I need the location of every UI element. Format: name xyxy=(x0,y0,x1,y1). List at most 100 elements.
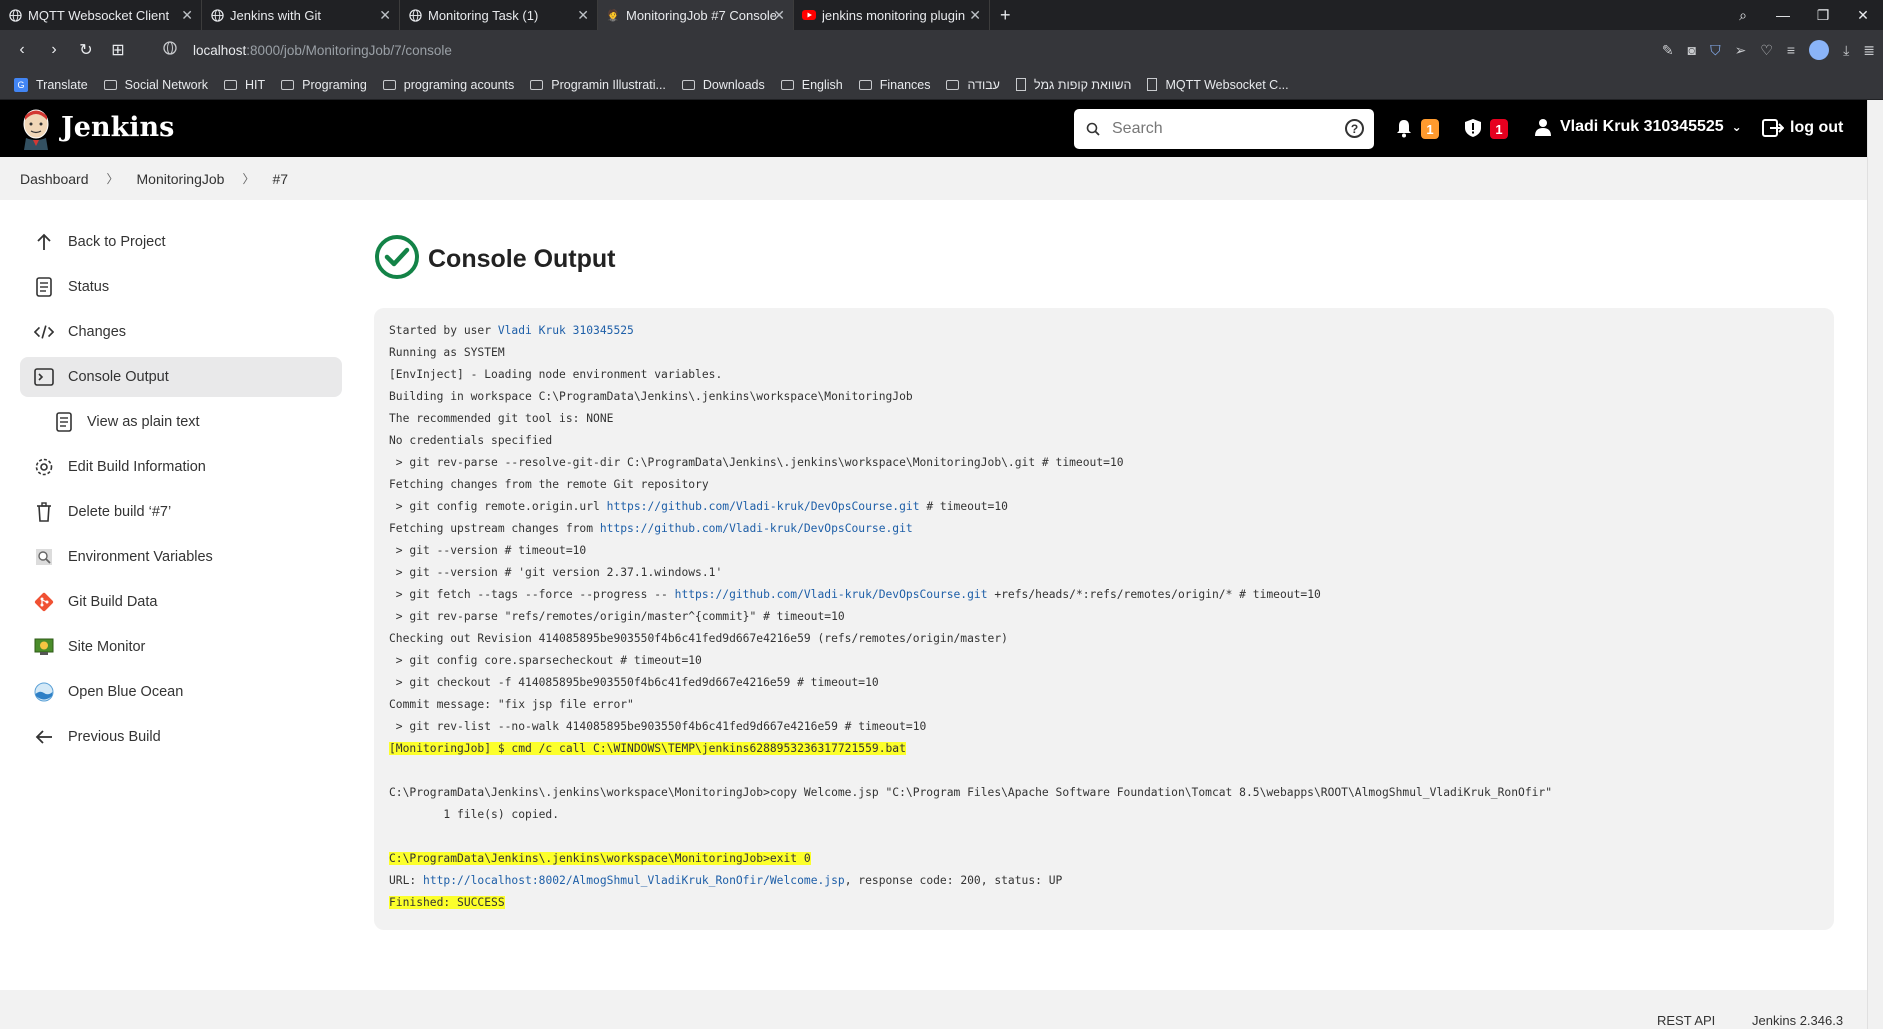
bookmark-page[interactable]: MQTT Websocket C... xyxy=(1147,78,1289,92)
console-line: > git config remote.origin.url https://g… xyxy=(389,496,1819,518)
sidebar-item-label: Console Output xyxy=(68,369,169,385)
address-bar: ‹ › ↻ ⊞ localhost:8000/job/MonitoringJob… xyxy=(0,30,1883,70)
security-badge[interactable]: 1 xyxy=(1490,119,1508,139)
close-icon[interactable]: ✕ xyxy=(577,7,589,24)
console-link[interactable]: Vladi Kruk 310345525 xyxy=(498,324,634,337)
send-icon[interactable]: ➢ xyxy=(1735,42,1747,59)
logout-link[interactable]: log out xyxy=(1762,118,1843,138)
sidebar-item-view-plain-text[interactable]: View as plain text xyxy=(20,402,342,442)
jenkins-version-link[interactable]: Jenkins 2.346.3 xyxy=(1752,1013,1843,1028)
translate-icon: G xyxy=(14,77,28,92)
bookmark-folder[interactable]: Programing xyxy=(281,78,367,92)
close-window-icon[interactable]: ✕ xyxy=(1843,7,1883,24)
sidebar-item-delete-build[interactable]: Delete build ‘#7’ xyxy=(20,492,342,532)
camera-icon[interactable]: ◙ xyxy=(1688,42,1696,58)
back-icon[interactable]: ‹ xyxy=(6,41,38,59)
console-line: 1 file(s) copied. xyxy=(389,804,1819,826)
rest-api-link[interactable]: REST API xyxy=(1657,1013,1715,1028)
bookmark-page[interactable]: השוואת קופות גמל xyxy=(1015,78,1131,92)
notifications-badge[interactable]: 1 xyxy=(1421,119,1439,139)
bell-icon[interactable] xyxy=(1395,118,1413,143)
terminal-icon xyxy=(34,367,54,387)
sidebar-item-site-monitor[interactable]: Site Monitor xyxy=(20,623,342,671)
sidebar-item-console-output[interactable]: Console Output xyxy=(20,357,342,397)
close-icon[interactable]: ✕ xyxy=(969,7,981,24)
search-tabs-icon[interactable]: ⌕ xyxy=(1723,7,1763,24)
folder-icon xyxy=(681,79,695,90)
profile-avatar[interactable] xyxy=(1809,40,1830,60)
bookmark-folder[interactable]: Social Network xyxy=(103,77,209,92)
console-text: Commit message: "fix jsp file error" xyxy=(389,698,634,711)
user-icon xyxy=(1535,119,1551,136)
console-link[interactable]: http://localhost:8002/AlmogShmul_VladiKr… xyxy=(423,874,845,887)
jenkins-logo-icon[interactable] xyxy=(20,108,52,150)
sidebar-item-back-to-project[interactable]: Back to Project xyxy=(20,222,342,262)
sidebar-item-environment-variables[interactable]: Environment Variables xyxy=(20,537,342,577)
search-input[interactable] xyxy=(1112,120,1332,138)
close-icon[interactable]: ✕ xyxy=(379,7,391,24)
sidebar-item-previous-build[interactable]: Previous Build xyxy=(20,717,342,757)
page-footer: REST API Jenkins 2.346.3 xyxy=(0,990,1867,1029)
bookmark-label: programing acounts xyxy=(403,77,515,92)
site-info-icon[interactable] xyxy=(163,40,177,60)
reload-icon[interactable]: ↻ xyxy=(70,40,102,60)
url-field[interactable]: localhost:8000/job/MonitoringJob/7/conso… xyxy=(193,30,452,70)
console-text: +refs/heads/*:refs/remotes/origin/* # ti… xyxy=(987,588,1321,601)
console-text: > git checkout -f 414085895be903550f4b6c… xyxy=(389,676,879,689)
bookmark-folder[interactable]: programing acounts xyxy=(382,77,515,92)
shield-icon[interactable]: ⛉ xyxy=(1710,42,1721,59)
page-scrollbar[interactable] xyxy=(1867,100,1883,1029)
sidebar-item-blue-ocean[interactable]: Open Blue Ocean xyxy=(20,672,342,712)
tabs-grid-icon[interactable]: ⊞ xyxy=(102,40,134,60)
page-icon xyxy=(1147,78,1158,91)
console-link[interactable]: https://github.com/Vladi-kruk/DevOpsCour… xyxy=(607,500,920,513)
download-icon[interactable]: ⤓ xyxy=(1843,42,1849,59)
console-text: > git --version # timeout=10 xyxy=(389,544,587,557)
breadcrumb: Dashboard 〉 MonitoringJob 〉 #7 xyxy=(0,157,1867,200)
bookmark-folder[interactable]: Finances xyxy=(858,78,930,92)
browser-tab[interactable]: Jenkins with Git ✕ xyxy=(202,0,400,30)
heart-icon[interactable]: ♡ xyxy=(1760,42,1773,59)
folder-icon xyxy=(382,79,396,90)
edit-icon[interactable]: ✎ xyxy=(1662,42,1674,59)
sidebar-item-label: Site Monitor xyxy=(68,639,146,655)
console-text: Fetching changes from the remote Git rep… xyxy=(389,478,709,491)
console-output: Started by user Vladi Kruk 310345525 Runn… xyxy=(374,308,1834,930)
menu-icon[interactable]: ≡ xyxy=(1787,42,1795,58)
bookmark-folder[interactable]: Downloads xyxy=(681,78,765,92)
bookmark-label: Social Network xyxy=(124,77,209,92)
bookmark-folder[interactable]: Programin Illustrati... xyxy=(530,78,666,92)
restore-icon[interactable]: ❐ xyxy=(1803,7,1843,24)
browser-tab[interactable]: jenkins monitoring plugin ✕ xyxy=(794,0,990,30)
jenkins-title[interactable]: Jenkins xyxy=(61,112,174,143)
sidebar-item-git-build-data[interactable]: Git Build Data xyxy=(20,582,342,622)
bookmark-translate[interactable]: G Translate xyxy=(14,77,88,92)
sidebar-item-changes[interactable]: Changes xyxy=(20,312,342,352)
bookmark-label: Programin Illustrati... xyxy=(551,77,666,92)
breadcrumb-job[interactable]: MonitoringJob xyxy=(137,171,225,187)
minimize-icon[interactable]: — xyxy=(1763,7,1803,23)
bookmark-folder[interactable]: HIT xyxy=(224,78,265,92)
browser-tab[interactable]: MQTT Websocket Client ✕ xyxy=(0,0,202,30)
security-warning-icon[interactable] xyxy=(1464,118,1482,143)
sidebar-item-status[interactable]: Status xyxy=(20,267,342,307)
bookmark-folder[interactable]: עבודה xyxy=(946,78,1000,92)
new-tab-icon[interactable]: + xyxy=(1000,5,1011,26)
breadcrumb-build[interactable]: #7 xyxy=(272,171,288,187)
help-icon[interactable]: ? xyxy=(1345,119,1364,138)
sidebar-icon[interactable]: ≣ xyxy=(1863,42,1875,59)
browser-tab[interactable]: Monitoring Task (1) ✕ xyxy=(400,0,598,30)
console-text: [MonitoringJob] $ cmd /c call C:\WINDOWS… xyxy=(389,742,906,755)
breadcrumb-dashboard[interactable]: Dashboard xyxy=(20,171,89,187)
console-text: > git rev-parse --resolve-git-dir C:\Pro… xyxy=(389,456,1124,469)
bookmark-folder[interactable]: English xyxy=(780,78,843,92)
forward-icon[interactable]: › xyxy=(38,41,70,59)
close-icon[interactable]: ✕ xyxy=(773,7,785,24)
console-link[interactable]: https://github.com/Vladi-kruk/DevOpsCour… xyxy=(600,522,913,535)
browser-tab-active[interactable]: 🤵 MonitoringJob #7 Console ✕ xyxy=(598,0,794,30)
close-icon[interactable]: ✕ xyxy=(181,7,193,24)
console-link[interactable]: https://github.com/Vladi-kruk/DevOpsCour… xyxy=(675,588,988,601)
user-menu[interactable]: Vladi Kruk 310345525 ⌄ xyxy=(1534,118,1742,136)
sidebar-item-edit-build-info[interactable]: Edit Build Information xyxy=(20,447,342,487)
